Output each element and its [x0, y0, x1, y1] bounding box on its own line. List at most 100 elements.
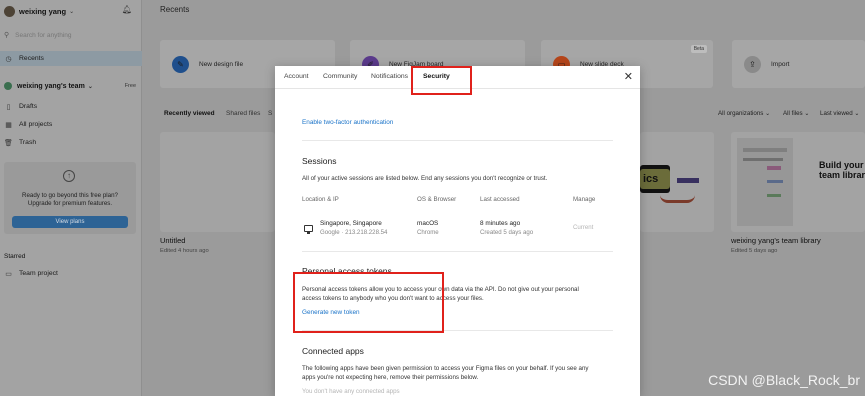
- tab-notifications[interactable]: Notifications: [371, 73, 408, 80]
- column-header: OS & Browser: [417, 196, 457, 203]
- plan-badge: Free: [124, 83, 136, 89]
- organizations-filter[interactable]: All organizations ⌄: [718, 110, 770, 117]
- sort-filter[interactable]: Last viewed ⌄: [820, 110, 860, 117]
- sessions-heading: Sessions: [302, 156, 337, 166]
- connected-apps-heading: Connected apps: [302, 346, 364, 356]
- session-location: Singapore, Singapore: [320, 220, 382, 227]
- clock-icon: ◷: [5, 55, 12, 63]
- thumbnail-art: [660, 195, 695, 203]
- file-name[interactable]: weixing yang's team library: [731, 236, 821, 245]
- tab-recently-viewed[interactable]: Recently viewed: [164, 110, 215, 117]
- file-icon: ▯: [6, 103, 11, 111]
- import-card[interactable]: ⇪ Import: [732, 40, 865, 88]
- team-avatar: [4, 82, 12, 90]
- session-last-accessed: 8 minutes ago: [480, 220, 521, 227]
- page-title: Recents: [160, 5, 190, 14]
- thumbnail-art: [743, 148, 787, 152]
- thumbnail-text: team library: [819, 170, 865, 180]
- thumbnail-text: ics: [640, 169, 670, 189]
- tab-shared-files[interactable]: Shared files: [226, 110, 260, 117]
- upgrade-text: Ready to go beyond this free plan? Upgra…: [4, 192, 136, 208]
- bell-icon[interactable]: 🔔︎: [122, 5, 132, 14]
- upgrade-text-line: Ready to go beyond this free plan?: [22, 192, 118, 199]
- card-label: Import: [771, 60, 790, 68]
- column-header: Location & IP: [302, 196, 339, 203]
- connected-apps-empty: You don't have any connected apps: [302, 388, 400, 395]
- sidebar-item-label: Drafts: [19, 103, 38, 110]
- column-header: Last accessed: [480, 196, 520, 203]
- card-label: New design file: [199, 60, 244, 68]
- connected-apps-description: The following apps have been given permi…: [302, 365, 617, 382]
- file-meta: Edited 5 days ago: [731, 248, 778, 254]
- sidebar-item-all-projects[interactable]: ▦ All projects: [0, 117, 142, 132]
- session-os: macOS: [417, 220, 439, 227]
- settings-modal: Account Community Notifications Security…: [275, 66, 640, 396]
- file-thumbnail[interactable]: Build your o team library: [731, 132, 865, 232]
- upgrade-text-line: Upgrade for premium features.: [27, 200, 113, 207]
- sessions-description: All of your active sessions are listed b…: [302, 175, 548, 182]
- file-name[interactable]: Untitled: [160, 236, 185, 245]
- tab-account[interactable]: Account: [284, 73, 309, 80]
- trash-icon: 🗑︎: [4, 139, 13, 147]
- tab-more[interactable]: S: [268, 110, 272, 117]
- thumbnail-heading: Build your o team library: [819, 160, 865, 180]
- user-name: weixing yang: [19, 6, 67, 16]
- file-thumbnail[interactable]: [160, 132, 275, 232]
- thumbnail-art: [767, 166, 781, 170]
- description-line: apps you're not expecting here, remove t…: [302, 373, 479, 381]
- file-meta: Edited 4 hours ago: [160, 248, 209, 254]
- sidebar-item-trash[interactable]: 🗑︎ Trash: [0, 135, 142, 150]
- highlight-tokens-section: [293, 272, 444, 333]
- file-thumbnail[interactable]: ics: [640, 132, 714, 232]
- grid-icon: ▦: [5, 121, 12, 129]
- design-icon: ✎: [172, 55, 189, 73]
- divider: [302, 251, 613, 252]
- user-menu[interactable]: weixing yang ⌄ 🔔︎: [4, 5, 136, 17]
- import-icon: ⇪: [744, 55, 761, 73]
- thumbnail-art: [743, 158, 783, 161]
- column-header: Manage: [573, 196, 596, 203]
- sidebar: weixing yang ⌄ 🔔︎ ⚲ Search for anything …: [0, 0, 142, 396]
- sidebar-item-drafts[interactable]: ▯ Drafts: [0, 99, 142, 114]
- chevron-down-icon: ⌄: [87, 83, 93, 90]
- search-input[interactable]: ⚲ Search for anything: [4, 31, 72, 40]
- thumbnail-art: [677, 178, 699, 183]
- thumbnail-art: [767, 180, 783, 183]
- view-plans-button[interactable]: View plans: [12, 216, 128, 228]
- sidebar-item-label: Recents: [19, 55, 44, 62]
- sidebar-item-label: Team project: [19, 270, 58, 277]
- search-icon: ⚲: [4, 32, 10, 39]
- beta-badge: Beta: [690, 45, 707, 53]
- filter-label: All organizations: [718, 110, 764, 117]
- upgrade-panel: ↑ Ready to go beyond this free plan? Upg…: [4, 162, 136, 234]
- description-line: The following apps have been given permi…: [302, 365, 589, 372]
- team-name: weixing yang's team: [17, 82, 85, 90]
- search-placeholder: Search for anything: [15, 31, 72, 39]
- filter-label: All files: [783, 110, 803, 117]
- thumbnail-art: [737, 138, 793, 226]
- session-current-label: Current: [573, 224, 594, 231]
- session-created: Created 5 days ago: [480, 229, 534, 236]
- folder-icon: ▭: [5, 270, 12, 278]
- thumbnail-text: Build your o: [819, 160, 865, 170]
- watermark: CSDN @Black_Rock_br: [708, 372, 860, 388]
- close-icon[interactable]: ✕: [624, 70, 633, 83]
- enable-2fa-link[interactable]: Enable two-factor authentication: [302, 119, 393, 126]
- files-filter[interactable]: All files ⌄: [783, 110, 810, 117]
- filter-label: Last viewed: [820, 110, 853, 117]
- monitor-icon: [304, 225, 313, 234]
- avatar: [4, 5, 15, 17]
- upgrade-arrow-icon: ↑: [63, 170, 75, 182]
- team-switcher[interactable]: weixing yang's team ⌄ Free: [4, 82, 136, 90]
- highlight-security-tab: [411, 66, 472, 95]
- sidebar-item-team-project[interactable]: ▭ Team project: [0, 266, 142, 281]
- session-ip: Google · 213.218.228.54: [320, 229, 388, 236]
- session-browser: Chrome: [417, 229, 439, 236]
- divider: [302, 140, 613, 141]
- sidebar-item-label: Trash: [19, 139, 37, 146]
- sidebar-item-recents[interactable]: ◷ Recents: [0, 51, 142, 66]
- thumbnail-art: [767, 194, 781, 197]
- starred-heading: Starred: [4, 253, 26, 260]
- tab-community[interactable]: Community: [323, 73, 357, 80]
- sidebar-item-label: All projects: [19, 121, 53, 128]
